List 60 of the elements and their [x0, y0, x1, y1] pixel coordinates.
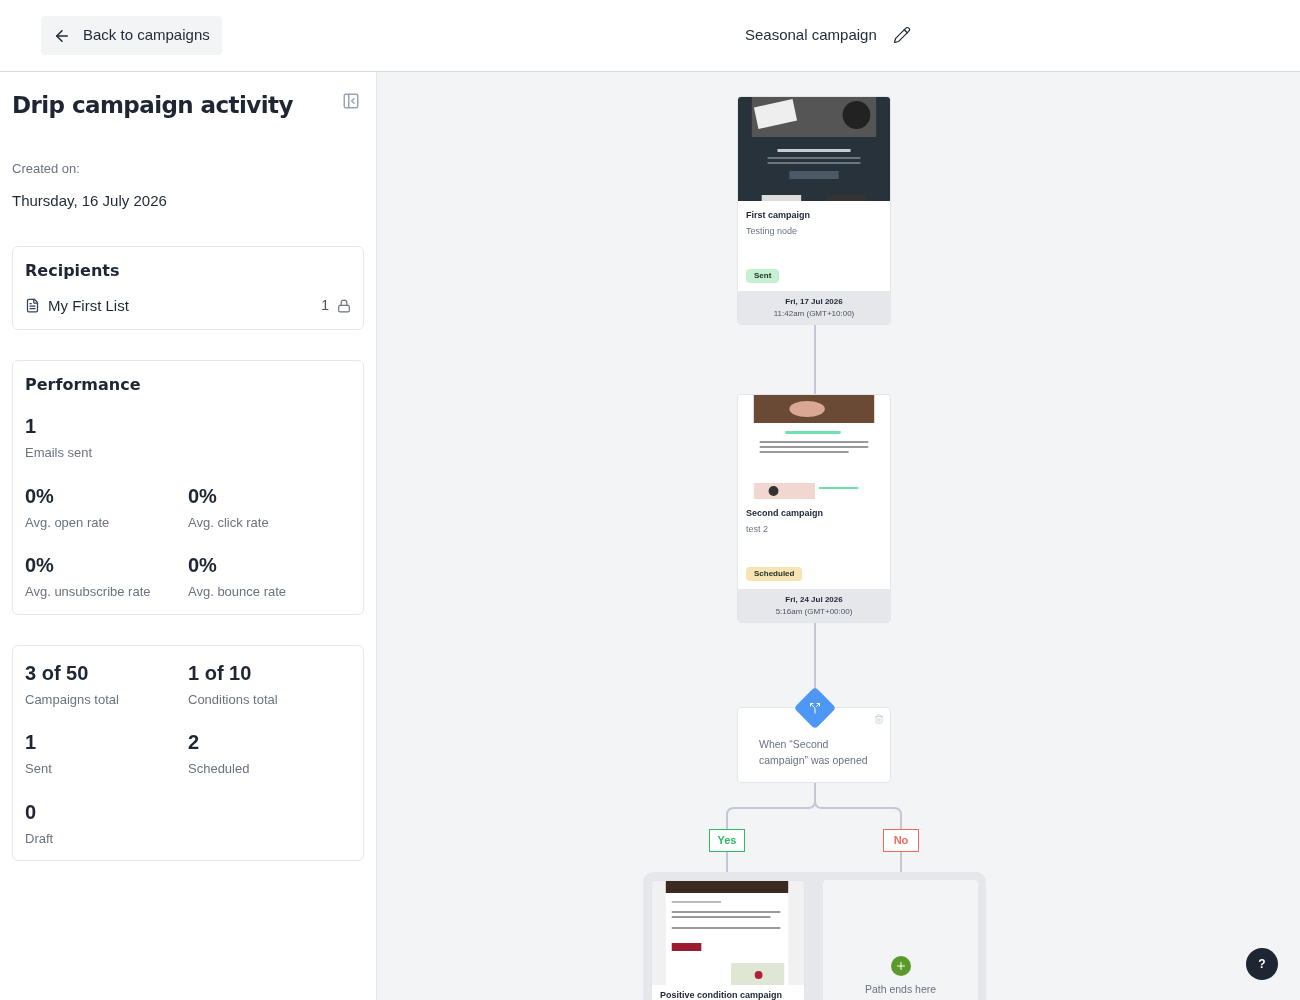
condition-text: When “Second campaign” was opened — [759, 737, 869, 768]
send-time: 5:16am (GMT+00:00) — [775, 605, 853, 618]
card-title: Performance — [25, 374, 142, 396]
stat-label: Conditions total — [188, 690, 279, 709]
help-button[interactable]: ? — [1246, 948, 1278, 980]
send-time: 11:42am (GMT+10:00) — [773, 307, 855, 320]
created-label: Created on: — [12, 159, 81, 178]
stat-label: Campaigns total — [25, 690, 120, 709]
campaign-name: Seasonal campaign — [745, 25, 877, 45]
connector-line — [900, 851, 902, 873]
stat-value: 0% — [25, 483, 55, 509]
stat-value: 0% — [188, 483, 218, 509]
plus-icon — [894, 960, 907, 972]
stat-label: Sent — [25, 760, 53, 778]
stat-label: Emails sent — [25, 444, 94, 462]
lock-icon — [337, 298, 351, 313]
edit-icon[interactable] — [892, 26, 911, 45]
stat-value: 0% — [25, 553, 55, 578]
condition-card[interactable]: When “Second campaign” was opened — [737, 707, 891, 783]
campaign-title: First campaign — [746, 209, 811, 222]
campaign-card[interactable]: Positive condition campaign — [651, 880, 805, 1000]
stat-value: 3 of 50 — [25, 660, 90, 686]
stat-value: 1 — [25, 414, 38, 439]
created-date: Thursday, 16 July 2026 — [12, 191, 168, 211]
stat-label: Avg. click rate — [188, 513, 270, 532]
connector-line — [726, 851, 728, 873]
campaign-title: Positive condition campaign — [659, 989, 784, 1000]
connector-line — [814, 622, 816, 690]
campaign-subtitle: test 2 — [746, 522, 769, 536]
empty-path-text: Path ends here — [864, 982, 937, 997]
stat-value: 1 of 10 — [188, 660, 253, 686]
stat-value: 2 — [188, 730, 201, 755]
card-title: Recipients — [25, 259, 121, 282]
send-date: Fri, 24 Jul 2026 — [785, 593, 843, 606]
document-icon — [25, 298, 40, 314]
status-badge: Scheduled — [746, 567, 803, 581]
branch-label: No — [883, 829, 919, 852]
connector-line — [814, 323, 816, 395]
status-badge: Sent — [746, 269, 780, 283]
stat-label: Avg. open rate — [25, 513, 111, 532]
sidebar-title: Drip campaign activity — [12, 91, 293, 120]
collapse-icon[interactable] — [342, 92, 360, 110]
stat-label: Scheduled — [188, 760, 251, 778]
stat-label: Avg. unsubscribe rate — [25, 583, 152, 601]
stat-label: Draft — [25, 829, 55, 848]
campaign-title: Second campaign — [746, 507, 825, 520]
split-icon — [809, 702, 821, 714]
branch-label: Yes — [709, 829, 745, 852]
campaign-subtitle: Testing node — [746, 224, 799, 238]
recipient-count: 1 — [321, 296, 329, 316]
back-button[interactable]: Back to campaigns — [41, 16, 222, 55]
list-name: My First List — [48, 295, 129, 316]
stat-value: 0% — [188, 553, 218, 578]
add-button[interactable] — [890, 956, 911, 976]
stat-value: 0 — [25, 799, 38, 825]
send-date: Fri, 17 Jul 2026 — [785, 295, 843, 308]
campaign-card[interactable]: First campaign Testing node Sent Fri, 17 Jul 2026 11:42am (GMT+10:00) — [737, 96, 891, 325]
stat-value: 1 — [25, 730, 38, 755]
campaign-card[interactable]: Second campaign test 2 Scheduled Fri, 24 Jul 2026 5:16am (GMT+00:00) — [737, 394, 891, 623]
stat-label: Avg. bounce rate — [188, 583, 288, 601]
